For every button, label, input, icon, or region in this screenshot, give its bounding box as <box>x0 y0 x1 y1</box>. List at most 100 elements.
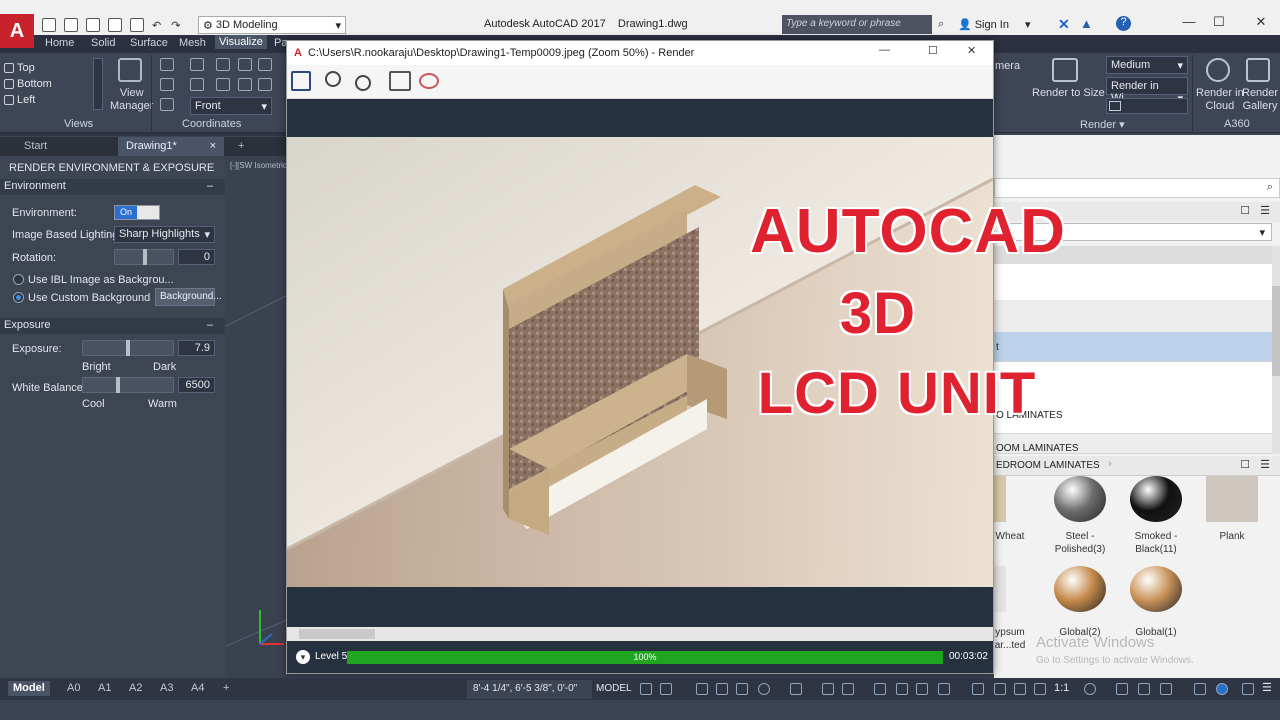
ibl-dropdown[interactable]: Sharp Highlights ▾ <box>114 226 215 243</box>
tab-surface[interactable]: Surface <box>130 37 168 49</box>
render-gallery-icon[interactable] <box>1246 58 1270 82</box>
annotation-icon[interactable] <box>1034 683 1046 695</box>
background-button[interactable]: Background... <box>155 288 222 306</box>
hardware-acceleration-icon[interactable] <box>1216 683 1228 695</box>
transparency-icon[interactable] <box>896 683 908 695</box>
save-icon[interactable] <box>86 18 100 32</box>
layout-tab-a1[interactable]: A1 <box>93 681 116 696</box>
view-manager-icon[interactable] <box>118 58 142 82</box>
infer-constraints-icon[interactable] <box>696 683 708 695</box>
tab-visualize[interactable]: Visualize <box>215 35 267 49</box>
ucs-world-icon[interactable] <box>160 78 174 91</box>
exchange-icon[interactable]: ✕ <box>1058 16 1070 33</box>
swatch-global-1[interactable] <box>1130 566 1182 612</box>
new-layout-icon[interactable]: + <box>218 681 234 696</box>
file-tab-drawing1[interactable]: Drawing1* × <box>118 137 224 156</box>
ucs-origin-icon[interactable] <box>190 58 204 71</box>
swatch-smoked-black[interactable] <box>1130 476 1182 522</box>
rotation-slider-thumb[interactable] <box>143 249 147 265</box>
materials-row-selected[interactable]: t <box>994 332 1272 362</box>
tab-home[interactable]: Home <box>45 37 74 49</box>
environment-toggle[interactable]: On <box>114 205 160 220</box>
snap-icon[interactable] <box>660 683 672 695</box>
materials-scrollbar[interactable] <box>1272 246 1280 454</box>
render-in-cloud-button[interactable]: Render in Cloud <box>1196 87 1244 113</box>
clean-screen-icon[interactable] <box>1242 683 1254 695</box>
layout-tab-a2[interactable]: A2 <box>124 681 147 696</box>
list-view-icon[interactable]: ☰ <box>1260 204 1270 217</box>
close-icon[interactable]: ✕ <box>1246 14 1276 34</box>
workspace-dropdown[interactable]: ⚙ 3D Modeling ▾ <box>198 16 346 34</box>
maximize-icon[interactable]: ☐ <box>928 44 938 57</box>
render-gallery-button[interactable]: Render Gallery <box>1242 87 1278 113</box>
render-horizontal-scrollbar[interactable] <box>287 627 993 641</box>
render-teapot-icon[interactable] <box>419 73 439 89</box>
ortho-icon[interactable] <box>716 683 728 695</box>
list-view-icon[interactable]: ☰ <box>1260 458 1270 471</box>
render-in-dropdown[interactable]: Render in Wi...▾ <box>1106 77 1188 105</box>
materials-search-input[interactable]: ⌕ <box>994 178 1280 198</box>
cloud-render-icon[interactable] <box>1206 58 1230 82</box>
view-toggle-icon[interactable]: ☐ <box>1240 204 1250 217</box>
quick-properties-icon[interactable] <box>1160 683 1172 695</box>
materials-row[interactable] <box>994 264 1272 300</box>
3d-osnap-icon[interactable] <box>842 683 854 695</box>
tab-mesh[interactable]: Mesh <box>179 37 206 49</box>
render-section-label[interactable]: Render ▾ <box>1080 118 1125 131</box>
minimize-icon[interactable]: — <box>1174 14 1204 34</box>
autocad-logo-icon[interactable]: A <box>0 14 34 48</box>
swatch-steel-polished[interactable] <box>1054 476 1106 522</box>
render-scroll-thumb[interactable] <box>299 629 375 639</box>
customization-icon[interactable]: ☰ <box>1262 681 1272 694</box>
isolate-objects-icon[interactable] <box>1194 683 1206 695</box>
ucs-z-icon[interactable] <box>258 58 272 71</box>
view-top[interactable]: Top <box>4 60 52 76</box>
materials-row-room-laminates[interactable]: OOM LAMINATES <box>994 434 1272 454</box>
maximize-icon[interactable]: ☐ <box>1204 14 1234 34</box>
autodesk-icon[interactable]: ▲ <box>1080 16 1093 31</box>
library-breadcrumb[interactable]: EDROOM LAMINATES <box>996 460 1100 471</box>
layout-tab-model[interactable]: Model <box>8 681 50 696</box>
annotation-visibility-icon[interactable] <box>972 683 984 695</box>
units-icon[interactable] <box>1138 683 1150 695</box>
polar-icon[interactable] <box>736 683 748 695</box>
view-manager-button[interactable]: View Manager <box>110 87 153 113</box>
help-icon[interactable]: ? <box>1116 16 1131 31</box>
zoom-in-icon[interactable] <box>325 71 341 87</box>
swatch-plank[interactable] <box>1206 476 1258 522</box>
exposure-slider[interactable] <box>82 340 174 356</box>
swatch-gypsum[interactable] <box>994 566 1006 612</box>
swatch-wheat[interactable] <box>994 476 1006 522</box>
ucs-3point-icon[interactable] <box>190 78 204 91</box>
minimize-icon[interactable]: — <box>879 44 890 56</box>
open-icon[interactable] <box>64 18 78 32</box>
object-snap-tracking-icon[interactable] <box>790 683 802 695</box>
view-toggle-icon[interactable]: ☐ <box>1240 458 1250 471</box>
materials-row[interactable] <box>994 300 1272 332</box>
binoculars-icon[interactable]: ⌕ <box>938 18 944 31</box>
ucs-icon[interactable] <box>160 58 174 71</box>
sign-in-button[interactable]: 👤 Sign In ▾ <box>958 18 1030 32</box>
ucs-x-icon[interactable] <box>216 58 230 71</box>
expand-icon[interactable]: ▾ <box>296 650 310 664</box>
front-dropdown[interactable]: Front ▾ <box>190 97 272 115</box>
white-balance-input[interactable]: 6500 <box>178 377 215 393</box>
close-icon[interactable]: ✕ <box>967 44 976 57</box>
rotation-input[interactable]: 0 <box>178 249 215 265</box>
render-exposure-bar[interactable] <box>1106 98 1188 114</box>
swatch-global-2[interactable] <box>1054 566 1106 612</box>
object-snap-icon[interactable] <box>822 683 834 695</box>
ucs-named-icon[interactable] <box>160 98 174 111</box>
tab-solid[interactable]: Solid <box>91 37 115 49</box>
autoscale-icon[interactable] <box>994 683 1006 695</box>
search-input[interactable]: Type a keyword or phrase <box>782 15 932 34</box>
undo-icon[interactable]: ↶ <box>152 19 161 32</box>
annotation-monitor-icon[interactable] <box>1116 683 1128 695</box>
layout-tab-a3[interactable]: A3 <box>155 681 178 696</box>
model-space-button[interactable]: MODEL <box>594 680 634 699</box>
new-tab-icon[interactable]: + <box>230 137 252 156</box>
selection-cycling-icon[interactable] <box>916 683 928 695</box>
exposure-section-header[interactable]: Exposure – <box>0 318 225 334</box>
grid-icon[interactable] <box>640 683 652 695</box>
isodraft-icon[interactable] <box>758 683 770 695</box>
